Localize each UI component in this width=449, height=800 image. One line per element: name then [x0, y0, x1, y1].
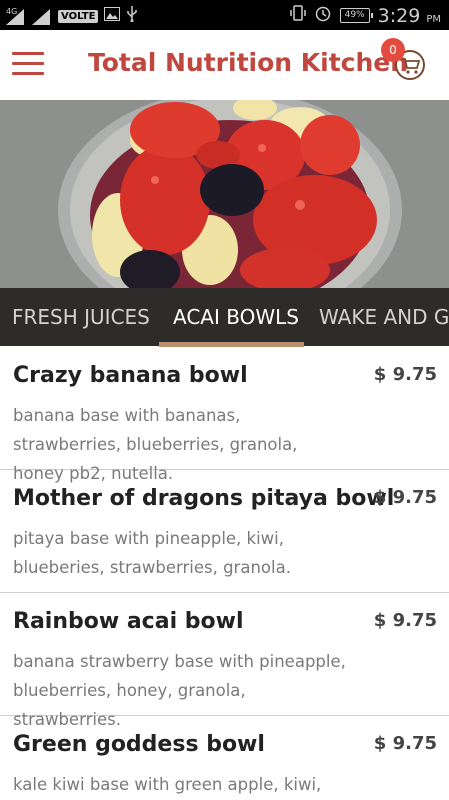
alarm-icon	[314, 4, 332, 27]
tab-fresh-juices[interactable]: FRESH JUICES	[12, 288, 150, 346]
image-icon	[104, 7, 121, 26]
volte-badge: VOLTE	[58, 10, 99, 23]
menu-item[interactable]: Mother of dragons pitaya bowl $ 9.75 pit…	[0, 470, 449, 593]
category-tabs: FRESH JUICES ACAI BOWLS WAKE AND GO	[0, 288, 449, 346]
menu-item-description: kale kiwi base with green apple, kiwi,	[13, 775, 322, 794]
menu-item[interactable]: Crazy banana bowl $ 9.75 banana base wit…	[0, 347, 449, 483]
menu-item-name: Rainbow acai bowl	[13, 609, 244, 634]
cart-icon	[402, 58, 421, 74]
menu-item-price: $ 9.75	[373, 487, 437, 508]
menu-item[interactable]: Rainbow acai bowl $ 9.75 banana strawber…	[0, 593, 449, 729]
tab-wake-and-go[interactable]: WAKE AND GO	[319, 288, 449, 346]
status-bar: 4G VOLTE 49% 3:29 PM	[0, 0, 449, 30]
time-suffix: PM	[426, 13, 441, 25]
menu-icon-bar	[12, 72, 44, 75]
menu-item-name: Mother of dragons pitaya bowl	[13, 486, 395, 511]
menu-item-price: $ 9.75	[373, 364, 437, 385]
menu-button[interactable]	[12, 52, 44, 78]
tab-acai-bowls[interactable]: ACAI BOWLS	[173, 288, 299, 346]
menu-item-description: pitaya base with pineapple, kiwi, bluebe…	[13, 529, 291, 577]
battery-icon: 49%	[339, 8, 373, 23]
menu-item-name: Green goddess bowl	[13, 732, 265, 757]
menu-item-price: $ 9.75	[373, 733, 437, 754]
usb-icon	[126, 6, 138, 27]
time-value: 3:29	[377, 4, 421, 27]
vibrate-icon	[289, 5, 306, 26]
signal-4g-icon: 4G	[6, 6, 26, 25]
network-type: 4G	[6, 6, 18, 16]
menu-icon-bar	[12, 62, 44, 65]
signal-icon	[32, 8, 52, 25]
menu-item-name: Crazy banana bowl	[13, 363, 248, 388]
status-time: 3:29 PM	[378, 5, 441, 27]
menu-item-price: $ 9.75	[373, 610, 437, 631]
app-bar: Total Nutrition Kitchen 0	[0, 30, 449, 100]
menu-icon-bar	[12, 52, 44, 55]
hero-image	[0, 100, 449, 288]
cart-count-badge: 0	[381, 38, 405, 62]
menu-item[interactable]: Green goddess bowl $ 9.75 kale kiwi base…	[0, 716, 449, 800]
app-title: Total Nutrition Kitchen	[88, 48, 409, 77]
menu-list: Crazy banana bowl $ 9.75 banana base wit…	[0, 347, 449, 800]
